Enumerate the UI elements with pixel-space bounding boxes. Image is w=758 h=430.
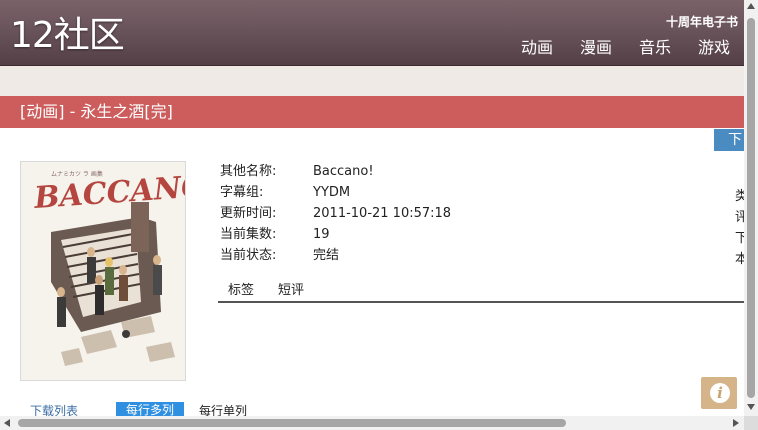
truncated-label-download: 下: [735, 231, 744, 246]
horizontal-scroll-thumb[interactable]: [18, 419, 566, 427]
page-title-bar: [动画] - 永生之酒[完]: [0, 96, 744, 128]
page-viewport: 12社区 十周年电子书 动画 漫画 音乐 游戏 [动画] - 永生之酒[完] 下…: [0, 0, 744, 416]
cover-illustration: ムナミカツ ラ 画集 BACCANO!: [21, 162, 185, 380]
tab-short-reviews[interactable]: 短评: [278, 283, 304, 299]
nav-item-games[interactable]: 游戏: [698, 38, 730, 58]
scroll-down-arrow-icon[interactable]: [747, 404, 755, 410]
truncated-label-rating: 评: [735, 210, 744, 225]
cover-image: ムナミカツ ラ 画集 BACCANO!: [20, 161, 186, 381]
download-list-link[interactable]: 下载列表: [30, 402, 78, 416]
scroll-left-arrow-icon[interactable]: [4, 419, 10, 427]
info-label-fansub: 字幕组:: [220, 185, 264, 200]
nav-item-anime[interactable]: 动画: [521, 38, 553, 58]
info-label-updated: 更新时间:: [220, 206, 277, 221]
info-icon: i: [710, 383, 730, 403]
download-list-controls: 下载列表 每行多列 每行单列: [0, 402, 744, 416]
info-value-status: 完结: [313, 248, 340, 263]
scroll-up-arrow-icon[interactable]: [747, 3, 755, 9]
info-value-fansub[interactable]: YYDM: [313, 184, 350, 202]
page-title: [动画] - 永生之酒[完]: [20, 102, 173, 121]
info-label-other-names: 其他名称:: [220, 164, 277, 179]
main-nav: 动画 漫画 音乐 游戏: [521, 38, 730, 58]
scroll-right-arrow-icon[interactable]: [733, 419, 739, 427]
site-logo[interactable]: 12社区: [10, 14, 125, 58]
vertical-scrollbar[interactable]: [744, 0, 758, 416]
info-button[interactable]: i: [701, 377, 737, 409]
site-header: 12社区 十周年电子书 动画 漫画 音乐 游戏: [0, 0, 744, 66]
nav-item-music[interactable]: 音乐: [639, 38, 671, 58]
truncated-label-category: 类: [735, 189, 744, 204]
nav-item-manga[interactable]: 漫画: [580, 38, 612, 58]
truncated-label-this: 本: [735, 252, 744, 267]
tab-tags[interactable]: 标签: [228, 283, 254, 299]
info-value-updated: 2011-10-21 10:57:18: [313, 206, 452, 221]
horizontal-scrollbar[interactable]: [0, 416, 744, 430]
info-value-other-names: Baccano!: [313, 164, 374, 179]
multi-column-button[interactable]: 每行多列: [116, 402, 184, 416]
detail-tabs: 标签 短评: [218, 283, 744, 303]
download-tab[interactable]: 下: [714, 129, 744, 151]
info-value-episodes: 19: [313, 227, 330, 242]
info-label-status: 当前状态:: [220, 248, 277, 263]
vertical-scroll-thumb[interactable]: [747, 18, 755, 398]
scrollbar-corner: [744, 416, 758, 430]
info-label-episodes: 当前集数:: [220, 227, 277, 242]
sub-header-strip: [0, 66, 744, 96]
anniversary-ebook-link[interactable]: 十周年电子书: [666, 13, 738, 30]
single-column-button[interactable]: 每行单列: [199, 402, 247, 416]
